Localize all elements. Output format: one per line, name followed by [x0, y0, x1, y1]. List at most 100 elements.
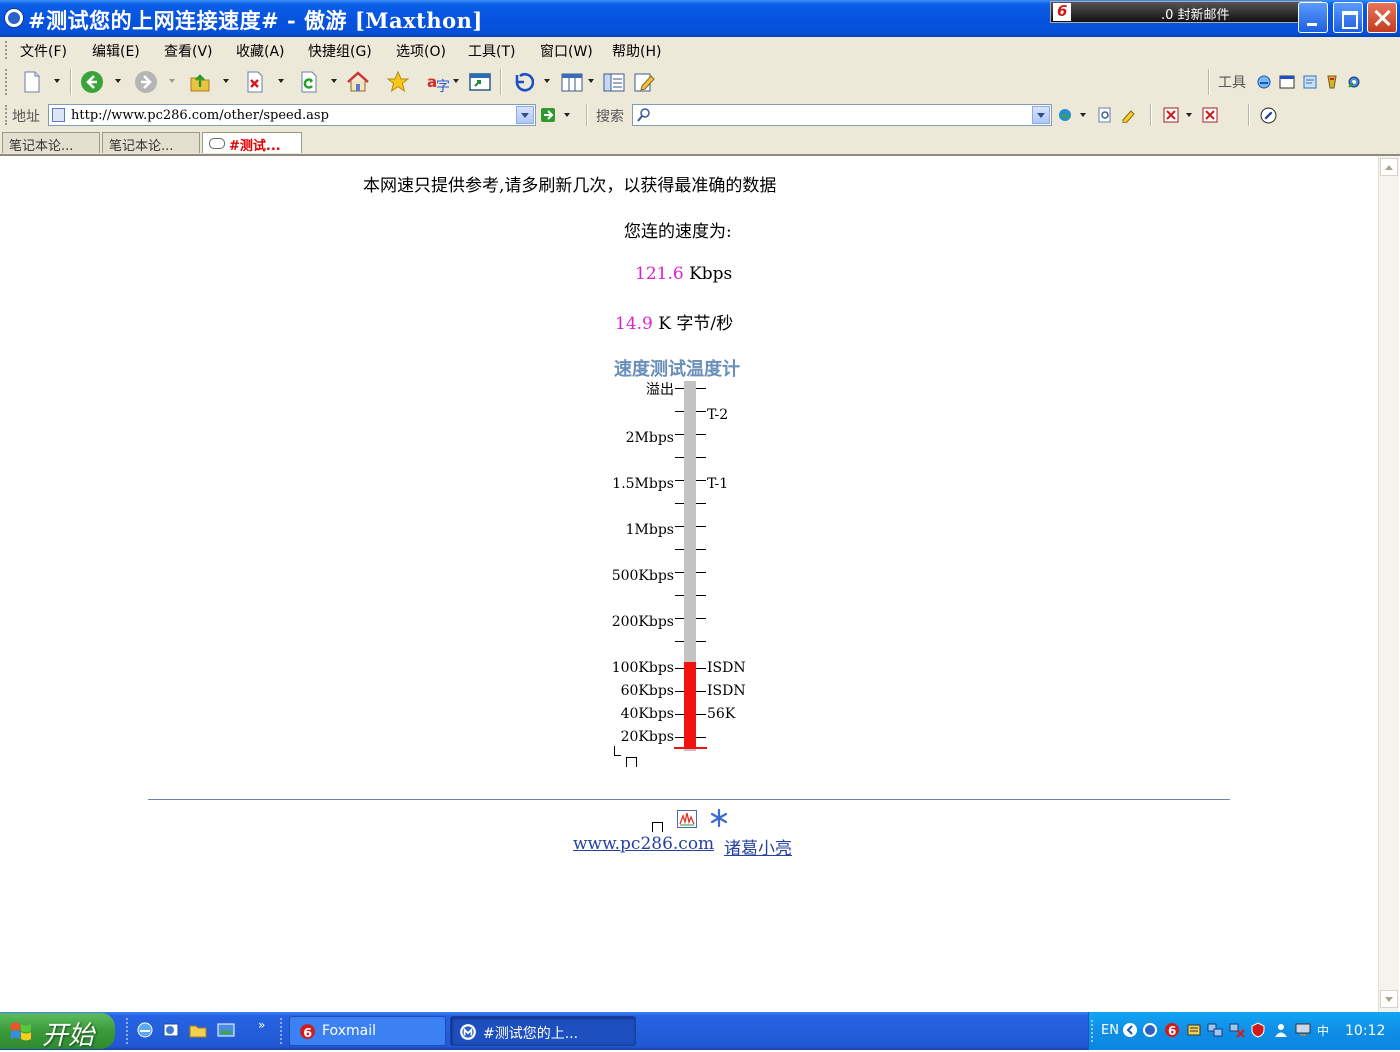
start-label: 开始	[42, 1021, 95, 1051]
maxthon-tray-icon[interactable]	[1142, 1022, 1158, 1038]
forward-icon[interactable]	[134, 70, 158, 94]
menu-window[interactable]: 窗口(W)	[540, 41, 593, 61]
task-foxmail[interactable]: 6 Foxmail	[289, 1016, 446, 1046]
close-popup-dropdown-icon[interactable]	[1186, 113, 1192, 117]
menu-options[interactable]: 选项(O)	[396, 41, 446, 61]
ie-icon[interactable]	[1256, 74, 1272, 90]
tab-notebook-forum-1[interactable]: 笔记本论...	[2, 132, 100, 153]
thermometer-tick-left	[675, 668, 684, 669]
desktop-quicklaunch-icon[interactable]	[217, 1021, 235, 1039]
link-zhuge-xiaoliang[interactable]: 诸葛小亮	[724, 834, 792, 859]
scroll-up-button[interactable]	[1380, 158, 1398, 176]
go-icon[interactable]	[540, 107, 556, 123]
window-icon[interactable]	[1279, 74, 1295, 90]
monitor-tray-icon[interactable]	[1295, 1022, 1311, 1038]
columns-dropdown-icon[interactable]	[588, 79, 594, 83]
tray-grip[interactable]	[1091, 1020, 1096, 1042]
find-in-page-icon[interactable]	[1097, 107, 1113, 123]
search-dropdown-button[interactable]	[1032, 106, 1050, 124]
up-dropdown-icon[interactable]	[223, 79, 229, 83]
thermometer-tick-left	[675, 434, 684, 435]
network-tray-icon[interactable]	[1207, 1022, 1223, 1038]
address-dropdown-button[interactable]	[516, 106, 534, 124]
shield-tray-icon[interactable]	[1250, 1022, 1266, 1038]
user-tray-icon[interactable]	[1273, 1022, 1289, 1038]
tasks-grip[interactable]	[280, 1018, 285, 1044]
plugin-gear-icon[interactable]	[1346, 74, 1362, 90]
edit-page-icon[interactable]	[632, 70, 656, 94]
search-input[interactable]	[655, 107, 1025, 123]
ime-tray-icon[interactable]	[1186, 1022, 1202, 1038]
menu-edit[interactable]: 编辑(E)	[92, 41, 140, 61]
maximize-button[interactable]	[1333, 2, 1363, 33]
mail-notification[interactable]: .0 封新邮件	[1050, 1, 1322, 23]
new-page-icon[interactable]	[20, 70, 44, 94]
menu-view[interactable]: 查看(V)	[164, 41, 213, 61]
stop-dropdown-icon[interactable]	[278, 79, 284, 83]
explorer-quicklaunch-icon[interactable]	[189, 1021, 207, 1039]
security-tray-icon[interactable]	[1229, 1022, 1245, 1038]
menu-file[interactable]: 文件(F)	[20, 41, 67, 61]
favorites-star-icon[interactable]	[386, 70, 410, 94]
toolbar-grip[interactable]	[5, 69, 10, 95]
search-engine-dropdown-icon[interactable]	[1080, 113, 1086, 117]
new-page-dropdown-icon[interactable]	[54, 79, 60, 83]
counter-badge-icon[interactable]	[677, 810, 697, 828]
window-switch-icon[interactable]	[468, 70, 492, 94]
notes-icon[interactable]	[1302, 74, 1318, 90]
language-indicator[interactable]: EN	[1101, 1023, 1119, 1038]
cleaner-icon[interactable]	[1324, 74, 1340, 90]
search-engine-icon[interactable]	[1057, 107, 1073, 123]
snowflake-logo-icon[interactable]	[709, 808, 729, 828]
quicklaunch-grip[interactable]	[126, 1018, 131, 1044]
up-folder-icon[interactable]	[188, 70, 212, 94]
tray-expand-icon[interactable]	[1122, 1022, 1138, 1038]
translate-dropdown-icon[interactable]	[453, 79, 459, 83]
home-icon[interactable]	[346, 70, 370, 94]
task-maxthon[interactable]: #测试您的上...	[450, 1016, 636, 1046]
forward-dropdown-icon[interactable]	[169, 79, 175, 83]
menu-groups[interactable]: 快捷组(G)	[308, 41, 372, 61]
stop-icon[interactable]	[243, 70, 267, 94]
menu-help[interactable]: 帮助(H)	[612, 41, 661, 61]
minimize-button[interactable]	[1298, 2, 1328, 33]
start-button[interactable]: 开始	[0, 1013, 115, 1051]
close-all-icon[interactable]	[1202, 107, 1218, 123]
back-dropdown-icon[interactable]	[115, 79, 121, 83]
menu-tools[interactable]: 工具(T)	[468, 41, 515, 61]
vertical-scrollbar[interactable]	[1378, 156, 1399, 1012]
ime-chinese-tray-icon[interactable]: 中	[1317, 1022, 1333, 1038]
tab-speed-test[interactable]: #测试...	[202, 132, 302, 153]
foxmail-icon	[1053, 2, 1071, 21]
menu-favorites[interactable]: 收藏(A)	[236, 41, 285, 61]
task-label: Foxmail	[322, 1023, 376, 1039]
quicklaunch-more-icon[interactable]: »	[258, 1018, 265, 1032]
columns-icon[interactable]	[560, 70, 584, 94]
search-field[interactable]	[632, 104, 1052, 126]
magic-icon[interactable]	[1260, 107, 1277, 124]
refresh-dropdown-icon[interactable]	[331, 79, 337, 83]
undo-close-icon[interactable]	[510, 70, 534, 94]
tab-notebook-forum-2[interactable]: 笔记本论...	[102, 132, 200, 153]
refresh-icon[interactable]	[297, 70, 321, 94]
address-field[interactable]	[48, 104, 536, 126]
close-button[interactable]	[1367, 2, 1397, 33]
back-icon[interactable]	[80, 70, 104, 94]
sidebar-icon[interactable]	[602, 70, 626, 94]
maxthon-app-icon[interactable]	[4, 8, 24, 28]
address-input[interactable]	[71, 107, 511, 123]
outlook-quicklaunch-icon[interactable]	[162, 1021, 180, 1039]
svg-text:中: 中	[1317, 1023, 1329, 1038]
translate-icon[interactable]: a字	[426, 70, 450, 94]
close-popup-icon[interactable]	[1163, 107, 1179, 123]
undo-dropdown-icon[interactable]	[544, 79, 550, 83]
scroll-down-button[interactable]	[1380, 990, 1398, 1008]
menubar-grip[interactable]	[5, 41, 10, 59]
link-pc286[interactable]: www.pc286.com	[573, 834, 714, 854]
title-bar[interactable]: #测试您的上网连接速度# - 傲游 [Maxthon] .0 封新邮件	[0, 0, 1400, 37]
foxmail-tray-icon[interactable]: 6	[1164, 1022, 1180, 1038]
ie-quicklaunch-icon[interactable]	[136, 1021, 154, 1039]
highlight-icon[interactable]	[1120, 107, 1136, 123]
addressbar-grip[interactable]	[5, 105, 10, 125]
go-dropdown-icon[interactable]	[564, 113, 570, 117]
